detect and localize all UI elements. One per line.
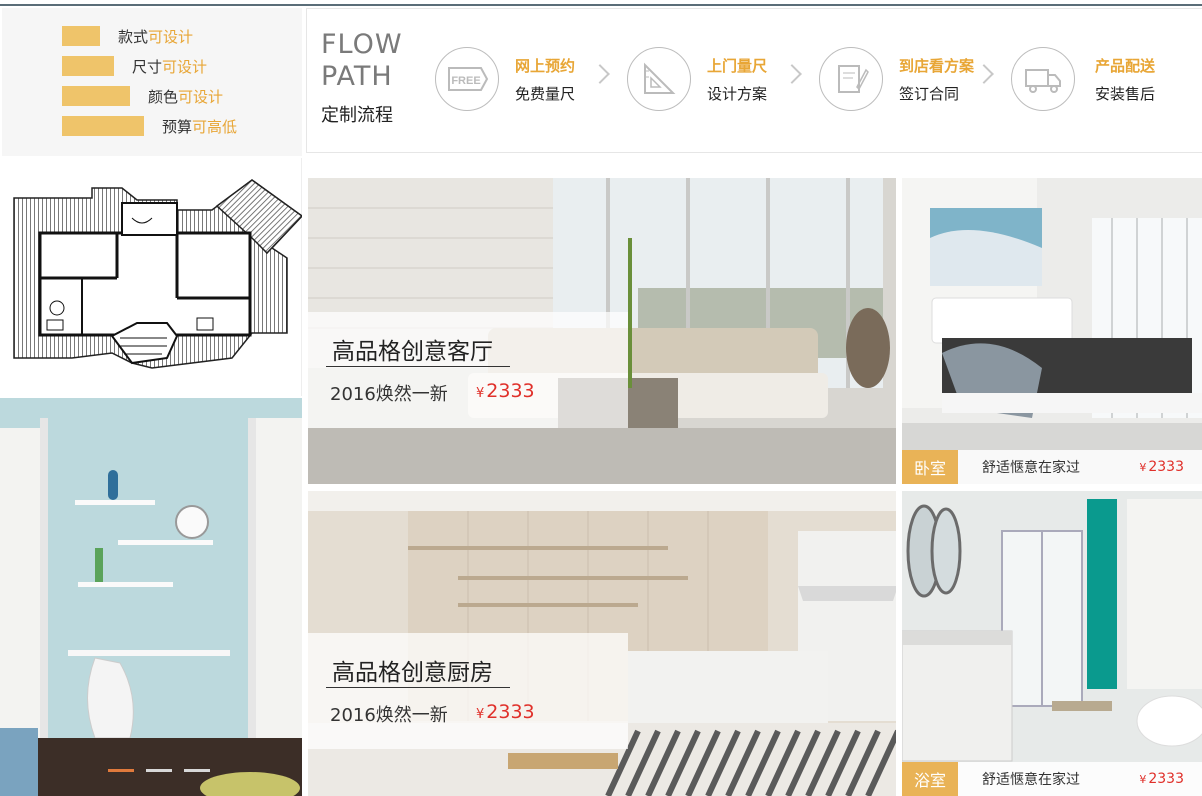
- flow-path-panel: FLOW PATH 定制流程 FREE 网上预约 免费量尺 上门量尺 设计方案: [306, 8, 1202, 153]
- step-title: 上门量尺: [707, 57, 768, 75]
- kitchen-card[interactable]: 高品格创意厨房 2016焕然一新 ¥2333: [308, 491, 896, 796]
- flow-title-en-line1: FLOW: [321, 29, 403, 60]
- tag-budget: 预算可高低: [62, 116, 237, 136]
- tag-highlight: 可高低: [192, 117, 238, 136]
- study-room-image[interactable]: [0, 398, 302, 796]
- card-subtitle: 2016焕然一新: [330, 705, 448, 726]
- bedroom-card[interactable]: 卧室 舒适惬意在家过 ¥2333: [902, 178, 1202, 484]
- flow-title: FLOW PATH 定制流程: [321, 29, 403, 127]
- price-value: 2333: [486, 701, 535, 723]
- tag-bar: [62, 26, 100, 46]
- tag-bar: [62, 116, 144, 136]
- card-price: ¥2333: [476, 701, 535, 723]
- tag-style: 款式可设计: [62, 26, 193, 46]
- tag-text: 预算可高低: [162, 116, 237, 137]
- carousel-dot[interactable]: [146, 769, 172, 772]
- tag-label: 尺寸: [132, 57, 163, 76]
- flow-title-en-line2: PATH: [321, 61, 393, 92]
- caption-text: 舒适惬意在家过: [982, 772, 1080, 788]
- tag-text: 款式可设计: [118, 26, 193, 47]
- kitchen-overlay: 高品格创意厨房 2016焕然一新 ¥2333: [308, 633, 628, 749]
- tag-highlight: 可设计: [162, 57, 208, 76]
- card-title: 高品格创意客厅: [332, 339, 493, 365]
- currency-symbol: ¥: [476, 386, 485, 401]
- tag-label: 款式: [118, 27, 149, 46]
- floor-plan-image[interactable]: [2, 158, 304, 396]
- contract-pen-icon: [819, 47, 883, 111]
- price-value: 2333: [486, 380, 535, 402]
- carousel-dot[interactable]: [184, 769, 210, 772]
- tag-label: 颜色: [148, 87, 179, 106]
- tag-bar: [62, 86, 130, 106]
- title-underline: [326, 366, 510, 367]
- living-room-card[interactable]: 高品格创意客厅 2016焕然一新 ¥2333: [308, 178, 896, 484]
- step-desc: 签订合同: [899, 85, 960, 103]
- carousel-dot[interactable]: [108, 769, 134, 772]
- bathroom-scene: [902, 491, 1202, 796]
- caption-price: ¥2333: [1139, 771, 1184, 787]
- carousel-indicators: [108, 769, 210, 772]
- chevron-right-icon: [974, 64, 994, 84]
- top-divider: [0, 0, 1202, 6]
- tag-highlight: 可设计: [148, 27, 194, 46]
- chevron-right-icon: [782, 64, 802, 84]
- tag-color: 颜色可设计: [62, 86, 223, 106]
- svg-text:FREE: FREE: [451, 75, 480, 87]
- bedroom-scene: [902, 178, 1202, 484]
- currency-symbol: ¥: [1139, 773, 1147, 786]
- living-room-overlay: 高品格创意客厅 2016焕然一新 ¥2333: [308, 312, 628, 428]
- caption-price: ¥2333: [1139, 459, 1184, 475]
- price-value: 2333: [1148, 771, 1184, 787]
- price-value: 2333: [1148, 459, 1184, 475]
- bathroom-card[interactable]: 浴室 舒适惬意在家过 ¥2333: [902, 491, 1202, 796]
- tag-text: 颜色可设计: [148, 86, 223, 107]
- step-title: 产品配送: [1095, 57, 1156, 75]
- bedroom-caption: 卧室 舒适惬意在家过 ¥2333: [902, 450, 1202, 484]
- customization-tags: 款式可设计 尺寸可设计 颜色可设计 预算可高低: [2, 8, 302, 156]
- currency-symbol: ¥: [476, 707, 485, 722]
- tag-size: 尺寸可设计: [62, 56, 207, 76]
- floor-plan-drawing: [13, 179, 304, 369]
- room-label: 卧室: [902, 450, 958, 484]
- flow-title-cn: 定制流程: [321, 105, 393, 126]
- tag-bar: [62, 56, 114, 76]
- currency-symbol: ¥: [1139, 461, 1147, 474]
- card-title: 高品格创意厨房: [332, 660, 493, 686]
- title-underline: [326, 687, 510, 688]
- step-desc: 免费量尺: [515, 85, 576, 103]
- step-desc: 设计方案: [707, 85, 768, 103]
- room-label: 浴室: [902, 762, 958, 796]
- bathroom-caption: 浴室 舒适惬意在家过 ¥2333: [902, 762, 1202, 796]
- card-price: ¥2333: [476, 380, 535, 402]
- step-title: 到店看方案: [899, 57, 975, 75]
- step-title: 网上预约: [515, 57, 576, 75]
- card-subtitle: 2016焕然一新: [330, 384, 448, 405]
- step-desc: 安装售后: [1095, 85, 1156, 103]
- free-tag-icon: FREE: [435, 47, 499, 111]
- study-room-scene: [0, 398, 302, 796]
- ruler-triangle-icon: [627, 47, 691, 111]
- caption-text: 舒适惬意在家过: [982, 460, 1080, 476]
- delivery-truck-icon: [1011, 47, 1075, 111]
- tag-highlight: 可设计: [178, 87, 224, 106]
- tag-label: 预算: [162, 117, 193, 136]
- tag-text: 尺寸可设计: [132, 56, 207, 77]
- chevron-right-icon: [590, 64, 610, 84]
